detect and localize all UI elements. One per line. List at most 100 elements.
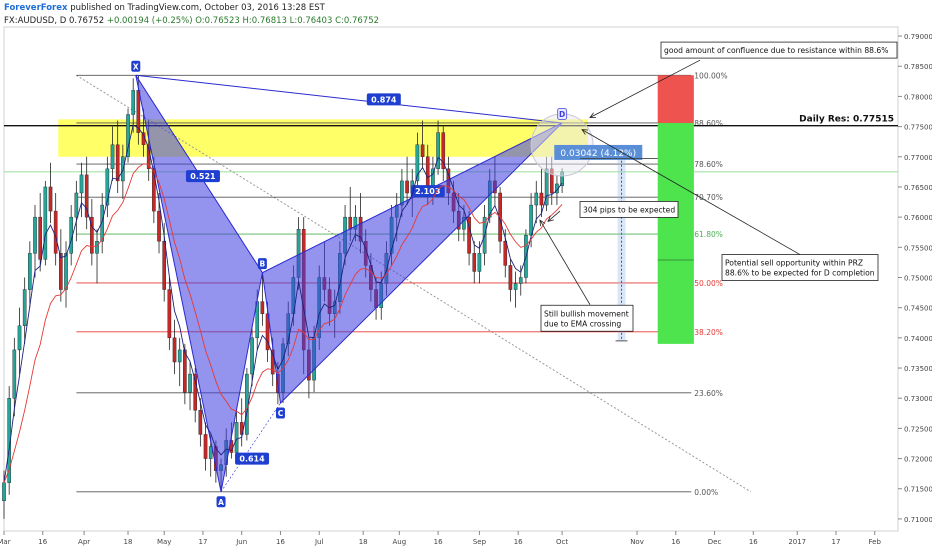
fib-level-label: 61.80% [694,230,723,239]
price-tick-label: 0.79000 [904,33,932,41]
candle-body [48,186,53,212]
candle-body [513,283,518,290]
time-tick-label: May [157,538,171,546]
annotation-text: Still bullish movement [544,309,629,318]
candle-body [503,241,508,266]
candle-body [203,434,208,459]
candle-body [508,265,513,290]
candle-body [64,253,68,290]
annotation-text: Potential sell opportunity within PRZ [725,259,863,268]
candle-body [17,325,22,351]
candle-body [12,349,17,399]
chart-root: ForeverForex published on TradingView.co… [0,0,932,550]
fib-level-label: 38.20% [694,328,723,337]
time-tick-label: 16 [38,538,47,546]
time-tick-label: 17 [198,538,207,546]
ratio-label: 0.874 [371,95,397,104]
candle-body [59,253,63,290]
pattern-point-label: A [218,498,224,507]
time-tick-label: 16 [749,538,758,546]
time-tick-label: Mar [0,538,11,546]
time-tick-label: Dec [708,538,722,546]
time-tick-label: 16 [514,538,523,546]
candle-body [22,289,27,326]
candle-body [436,132,440,170]
sell-target-zone [657,122,694,344]
price-tick-label: 0.74500 [904,305,932,313]
time-tick-label: 2017 [788,538,806,546]
annotation-text: due to EMA crossing [544,319,621,328]
price-tick-label: 0.74000 [904,335,932,343]
time-tick-label: 16 [434,538,443,546]
fib-level-label: 0.00% [694,488,718,497]
candle-body [33,216,37,254]
fib-level-label: 78.60% [694,160,723,169]
price-chart[interactable]: 100.00% 88.60% 78.60% 70.70% 61.80% 50.00% 38.… [0,0,932,550]
candle-body [177,349,182,363]
time-tick-label: 17 [832,538,841,546]
time-tick-label: Jul [314,538,324,546]
price-tick-label: 0.78500 [904,63,932,71]
time-tick-label: 18 [359,538,368,546]
candle-body [131,90,135,115]
candle-body [405,180,409,194]
candle-body [136,90,141,133]
annotation-text: good amount of confluence due to resista… [664,46,888,55]
price-tick-label: 0.76000 [904,214,932,222]
price-tick-label: 0.71500 [904,486,932,494]
candle-body [234,422,239,453]
price-tick-label: 0.72500 [904,425,932,433]
candle-body [115,144,120,182]
fib-level-label: 70.70% [694,193,723,202]
candle-body [43,186,48,260]
time-tick-label: Oct [556,538,568,546]
time-tick-label: Jun [235,538,247,546]
pattern-point-label: X [133,62,139,71]
candle-body [110,144,115,170]
candle-body [198,410,203,435]
candle-body [250,337,254,375]
ratio-label: 0.521 [190,172,216,181]
price-tick-label: 0.72000 [904,456,932,464]
time-tick-label: Feb [869,538,882,546]
time-tick-label: 18 [124,538,133,546]
pattern-point-label: B [260,260,266,269]
price-tick-label: 0.75000 [904,274,932,282]
candle-body [2,482,6,502]
price-tick-label: 0.78000 [904,93,932,101]
candle-body [518,277,523,284]
fib-level-label: 23.60% [694,389,723,398]
annotation-text: 304 pips to be expected [583,205,675,214]
annotation-text: 88.6% to be expected for D completion [725,269,875,278]
candle-body [126,114,130,157]
candle-body [477,253,482,272]
candle-body [188,373,192,393]
price-tick-label: 0.73500 [904,365,932,373]
candle-body [28,253,32,290]
fib-level-label: 88.60% [694,119,723,128]
time-tick-label: Aug [392,538,406,546]
candle-body [260,301,265,314]
candle-body [529,204,533,236]
time-tick-label: Sep [473,538,487,546]
candle-body [74,192,79,218]
fib-level-label: 50.00% [694,279,723,288]
candle-body [420,144,425,157]
candle-body [79,174,84,194]
sell-stop-zone [657,75,694,123]
candle-body [95,241,99,254]
candle-body [441,132,446,170]
time-tick-label: Apr [78,538,90,546]
candle-body [167,289,172,339]
candle-body [162,241,166,290]
candle-body [172,337,177,363]
daily-resistance-label: Daily Res: 0.77515 [799,115,894,125]
candle-body [348,216,353,230]
candle-body [38,216,42,260]
candle-body [472,253,477,272]
candle-body [183,349,187,393]
candle-body [400,180,404,206]
price-tick-label: 0.75500 [904,244,932,252]
time-tick-label: 16 [671,538,680,546]
price-tick-label: 0.71000 [904,516,932,524]
